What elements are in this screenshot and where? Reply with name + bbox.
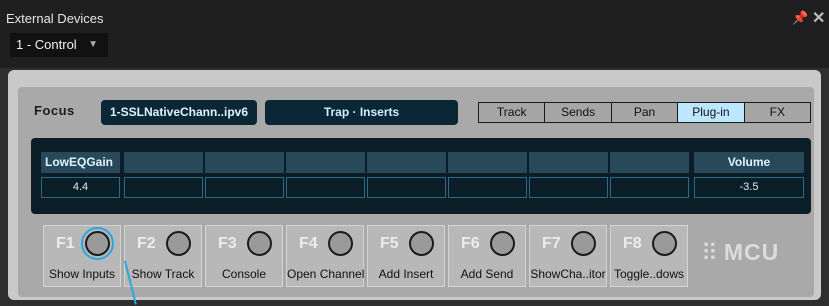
external-devices-window: External Devices 📌 ✕ 1 - Control ▼ Focus… [0, 0, 829, 306]
channel-7-value [529, 177, 608, 198]
lcd-display [31, 138, 811, 214]
knob-icon[interactable] [247, 231, 272, 256]
function-key-number: F3 [218, 235, 237, 252]
function-key-number: F6 [461, 235, 480, 252]
function-key-f6[interactable]: F6 Add Send [448, 225, 526, 287]
function-key-f4[interactable]: F4 Open Channel [286, 225, 364, 287]
function-key-label: Add Send [460, 267, 514, 281]
channel-4-name [286, 152, 365, 173]
function-key-label: Add Insert [378, 267, 434, 281]
mode-tab-bar: Track Sends Pan Plug-in FX [478, 102, 811, 123]
channel-5-name [367, 152, 446, 173]
channel-2-name [124, 152, 203, 173]
volume-value: -3.5 [694, 177, 804, 198]
tab-sends[interactable]: Sends [545, 103, 612, 122]
tab-fx[interactable]: FX [744, 103, 811, 122]
function-key-number: F2 [137, 235, 156, 252]
channel-6-name [448, 152, 527, 173]
knob-icon[interactable] [490, 231, 515, 256]
function-key-f5[interactable]: F5 Add Insert [367, 225, 445, 287]
function-key-f3[interactable]: F3 Console [205, 225, 283, 287]
function-key-label: Open Channel [287, 267, 365, 281]
function-key-number: F4 [299, 235, 318, 252]
channel-6-value [448, 177, 527, 198]
chevron-down-icon: ▼ [88, 39, 98, 50]
pin-icon[interactable]: 📌 [792, 10, 808, 26]
channel-8-value [610, 177, 689, 198]
channel-2-value [124, 177, 203, 198]
knob-icon[interactable] [409, 231, 434, 256]
function-key-f7[interactable]: F7 ShowCha..itor [529, 225, 607, 287]
channel-3-name [205, 152, 284, 173]
function-key-label: Console [221, 267, 267, 281]
knob-icon[interactable] [166, 231, 191, 256]
function-key-number: F5 [380, 235, 399, 252]
function-key-f1[interactable]: F1 Show Inputs [43, 225, 121, 287]
channel-1-value: 4.4 [41, 177, 120, 198]
focus-label: Focus [34, 103, 75, 118]
focus-bank-name[interactable]: Trap · Inserts [265, 100, 458, 125]
channel-7-name [529, 152, 608, 173]
function-key-number: F8 [623, 235, 642, 252]
volume-name: Volume [694, 152, 804, 173]
knob-icon[interactable] [652, 231, 677, 256]
channel-3-value [205, 177, 284, 198]
function-key-number: F1 [56, 235, 75, 252]
channel-1-name: LowEQGain [41, 152, 120, 173]
function-key-f2[interactable]: F2 Show Track [124, 225, 202, 287]
mcu-logo-text: MCU [723, 239, 780, 265]
window-title: External Devices [6, 11, 104, 26]
title-bar: External Devices 📌 ✕ 1 - Control ▼ [0, 0, 829, 68]
function-key-number: F7 [542, 235, 561, 252]
tab-track[interactable]: Track [479, 103, 546, 122]
function-key-label: Toggle..dows [613, 267, 685, 281]
function-key-f8[interactable]: F8 Toggle..dows [610, 225, 688, 287]
knob-icon[interactable] [328, 231, 353, 256]
function-key-label: Show Inputs [48, 267, 116, 281]
knob-icon[interactable] [81, 227, 114, 260]
close-icon[interactable]: ✕ [812, 8, 825, 28]
function-key-label: Show Track [131, 267, 195, 281]
knob-icon[interactable] [571, 231, 596, 256]
focus-plugin-name[interactable]: 1-SSLNativeChann..ipv6 [101, 100, 257, 125]
mcu-logo: ⫶⫶ MCU [703, 239, 779, 266]
function-key-label: ShowCha..itor [530, 267, 606, 281]
waveform-logo-icon: ⫶⫶ [703, 239, 717, 265]
channel-5-value [367, 177, 446, 198]
channel-8-name [610, 152, 689, 173]
tab-plug-in[interactable]: Plug-in [678, 103, 745, 122]
tab-pan[interactable]: Pan [611, 103, 679, 122]
channel-4-value [286, 177, 365, 198]
device-select-value: 1 - Control [16, 37, 77, 52]
device-select[interactable]: 1 - Control ▼ [10, 33, 108, 57]
